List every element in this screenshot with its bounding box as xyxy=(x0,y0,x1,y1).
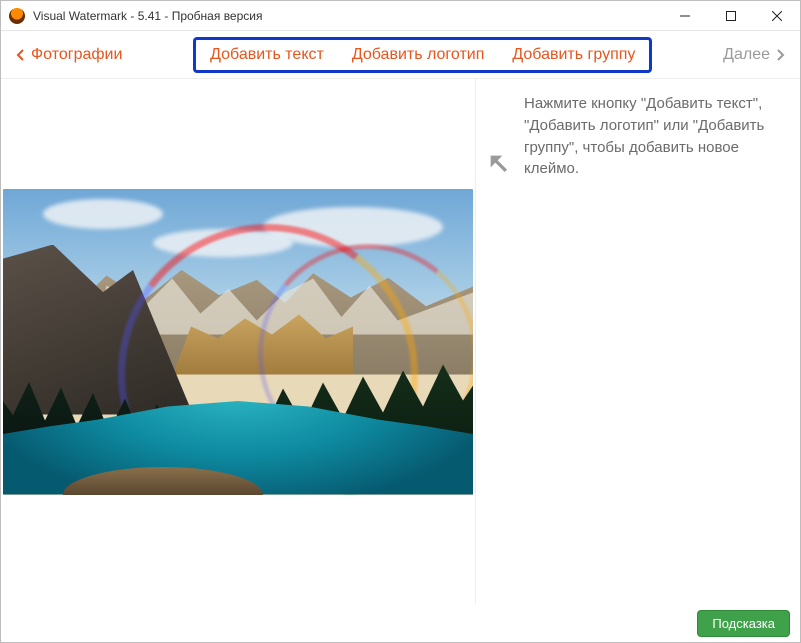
canvas-pane xyxy=(1,79,476,604)
side-pane: Нажмите кнопку "Добавить текст", "Добави… xyxy=(476,79,800,604)
maximize-icon xyxy=(726,11,736,21)
add-logo-button[interactable]: Добавить логотип xyxy=(352,46,485,64)
add-group-button[interactable]: Добавить группу xyxy=(512,46,635,64)
main-area: Нажмите кнопку "Добавить текст", "Добави… xyxy=(1,79,800,604)
add-text-button[interactable]: Добавить текст xyxy=(210,46,324,64)
add-actions-highlight: Добавить текст Добавить логотип Добавить… xyxy=(193,37,652,73)
next-button[interactable]: Далее xyxy=(723,46,786,64)
hint-text: Нажмите кнопку "Добавить текст", "Добави… xyxy=(524,93,778,590)
arrow-up-left-icon xyxy=(486,151,514,179)
footer: Подсказка xyxy=(1,604,800,642)
chevron-right-icon xyxy=(774,49,786,61)
hint-button[interactable]: Подсказка xyxy=(697,610,790,637)
window-title: Visual Watermark - 5.41 - Пробная версия xyxy=(33,9,262,23)
titlebar: Visual Watermark - 5.41 - Пробная версия xyxy=(1,1,800,31)
preview-image[interactable] xyxy=(3,189,473,495)
app-window: Visual Watermark - 5.41 - Пробная версия… xyxy=(0,0,801,643)
minimize-button[interactable] xyxy=(662,1,708,31)
close-button[interactable] xyxy=(754,1,800,31)
maximize-button[interactable] xyxy=(708,1,754,31)
chevron-left-icon xyxy=(15,49,27,61)
toolbar: Фотографии Добавить текст Добавить логот… xyxy=(1,31,800,79)
app-icon xyxy=(9,8,25,24)
back-label: Фотографии xyxy=(31,46,122,64)
minimize-icon xyxy=(680,11,690,21)
close-icon xyxy=(772,11,782,21)
back-button[interactable]: Фотографии xyxy=(15,46,122,64)
next-label: Далее xyxy=(723,46,770,64)
